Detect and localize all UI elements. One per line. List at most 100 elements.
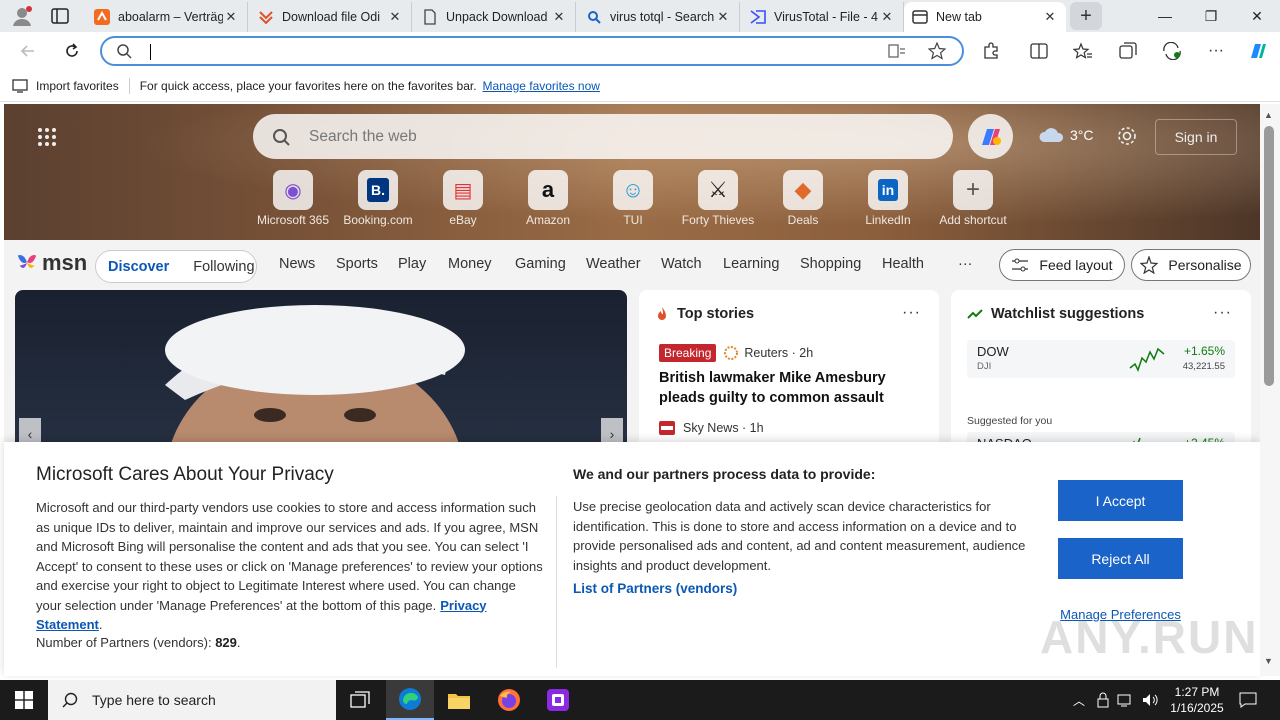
split-screen-icon[interactable] [1025,37,1053,65]
nav-watch[interactable]: Watch [661,256,702,272]
copilot-icon[interactable] [1244,37,1272,65]
shortcut-microsoft-365[interactable]: ◉ Microsoft 365 [253,170,333,227]
show-hidden-icons-chevron-icon[interactable]: ︿ [1069,690,1089,710]
app-launcher-purple-icon[interactable] [534,680,582,720]
shortcut-ebay[interactable]: ▤ eBay [423,170,503,227]
watchlist-row-dow[interactable]: DOW DJI +1.65% 43,221.55 [967,340,1235,378]
tab-discover[interactable]: Discover [96,259,181,275]
profile-avatar-icon[interactable] [8,4,36,28]
story-headline[interactable]: British lawmaker Mike Amesbury pleads gu… [659,368,919,408]
nav-learning[interactable]: Learning [723,256,779,272]
close-tab-icon[interactable]: ✕ [879,9,895,25]
immersive-reader-icon[interactable] [888,43,906,59]
app-launcher-icon[interactable] [36,126,58,148]
nav-health[interactable]: Health [882,256,924,272]
sign-in-button[interactable]: Sign in [1155,119,1237,155]
nav-gaming[interactable]: Gaming [515,256,566,272]
windows-start-icon[interactable] [0,680,48,720]
add-icon: + [953,170,993,210]
search-icon [62,692,78,708]
top-stories-more-icon[interactable]: ··· [902,304,921,322]
system-clock[interactable]: 1:27 PM 1/16/2025 [1168,684,1226,716]
extensions-icon[interactable] [977,37,1005,65]
windows-taskbar: Type here to search ︿ 1:27 PM 1/16/2025 [0,680,1280,720]
import-favorites-label: Import favorites [36,78,119,93]
minimize-button[interactable]: ― [1142,0,1188,32]
task-view-icon[interactable] [336,680,384,720]
tab-unpack-download[interactable]: Unpack Download ✕ [414,2,576,32]
shortcut-linkedin[interactable]: in LinkedIn [848,170,928,227]
shortcut-deals[interactable]: ◆ Deals [763,170,843,227]
favorites-icon[interactable] [1069,37,1097,65]
security-icon[interactable] [1093,690,1113,710]
page-settings-gear-icon[interactable] [1115,124,1139,148]
edge-taskbar-icon[interactable] [386,680,434,720]
weather-widget[interactable]: 3°C [1038,126,1094,144]
i-accept-button[interactable]: I Accept [1058,480,1183,521]
forty-thieves-icon: ⚔ [698,170,738,210]
tab-actions-icon[interactable] [46,5,74,27]
watchlist-more-icon[interactable]: ··· [1213,304,1232,322]
new-tab-button[interactable]: + [1070,2,1102,30]
nav-play[interactable]: Play [398,256,426,272]
shortcut-add[interactable]: + Add shortcut [933,170,1013,227]
notifications-icon[interactable] [1238,690,1258,710]
restore-button[interactable]: ❐ [1188,0,1234,32]
address-bar[interactable] [100,36,964,66]
firefox-icon[interactable] [485,680,533,720]
web-search-box[interactable]: Search the web [253,114,953,159]
nav-more[interactable]: ··· [958,256,973,272]
tab-search[interactable]: virus totql - Search ✕ [578,2,740,32]
back-icon[interactable] [14,37,42,65]
network-icon[interactable] [1116,690,1136,710]
tab-download-file[interactable]: Download file Odi ✕ [250,2,412,32]
tab-following[interactable]: Following [181,259,266,275]
nav-sports[interactable]: Sports [336,256,378,272]
collections-icon[interactable] [1114,37,1142,65]
manage-favorites-link[interactable]: Manage favorites now [483,79,600,93]
nav-money[interactable]: Money [448,256,492,272]
settings-more-icon[interactable]: ··· [1202,37,1230,65]
close-window-button[interactable]: ✕ [1234,0,1280,32]
feed-layout-button[interactable]: Feed layout [999,249,1125,281]
tab-aboalarm[interactable]: aboalarm – Verträge ✕ [86,2,248,32]
volume-icon[interactable] [1140,690,1160,710]
tab-title: virus totql - Search [610,10,715,24]
page-scrollbar[interactable]: ▲ ▼ [1260,104,1280,676]
manage-preferences-link[interactable]: Manage Preferences [1058,607,1183,622]
taskbar-search-box[interactable]: Type here to search [48,680,336,720]
reject-all-button[interactable]: Reject All [1058,538,1183,579]
nav-news[interactable]: News [279,256,315,272]
shortcut-forty-thieves[interactable]: ⚔ Forty Thieves [678,170,758,227]
refresh-icon[interactable] [58,37,86,65]
close-tab-icon[interactable]: ✕ [715,9,731,25]
hero-story-card[interactable]: ‹ › [15,290,627,450]
scroll-down-arrow-icon[interactable]: ▼ [1264,656,1273,666]
list-of-partners-link[interactable]: List of Partners (vendors) [573,581,737,596]
tab-new-tab[interactable]: New tab ✕ [904,2,1066,32]
close-tab-icon[interactable]: ✕ [223,9,239,25]
close-tab-icon[interactable]: ✕ [551,9,567,25]
copilot-button[interactable] [968,114,1013,159]
scroll-up-arrow-icon[interactable]: ▲ [1264,110,1273,120]
partners-count-line: Number of Partners (vendors): 829. [36,635,241,650]
close-tab-icon[interactable]: ✕ [1042,9,1058,25]
shortcut-amazon[interactable]: a Amazon [508,170,588,227]
tab-virustotal[interactable]: VirusTotal - File - 4 ✕ [742,2,904,32]
personalise-button[interactable]: Personalise [1131,249,1251,281]
shortcut-booking[interactable]: B. Booking.com [338,170,418,227]
browser-essentials-icon[interactable] [1158,37,1186,65]
file-explorer-icon[interactable] [435,680,483,720]
scrollbar-thumb[interactable] [1264,126,1274,386]
virustotal-favicon-icon [750,9,766,25]
import-favorites-button[interactable]: Import favorites [12,79,119,93]
shortcut-tui[interactable]: ☺ TUI [593,170,673,227]
close-tab-icon[interactable]: ✕ [387,9,403,25]
top-stories-card: Top stories ··· Breaking Reuters · 2h Br… [639,290,939,450]
nav-shopping[interactable]: Shopping [800,256,861,272]
cloud-icon [1038,126,1064,144]
nav-weather[interactable]: Weather [586,256,641,272]
msn-logo[interactable]: msn [16,250,87,276]
favorite-star-icon[interactable] [928,42,946,60]
sliders-icon [1012,258,1029,272]
